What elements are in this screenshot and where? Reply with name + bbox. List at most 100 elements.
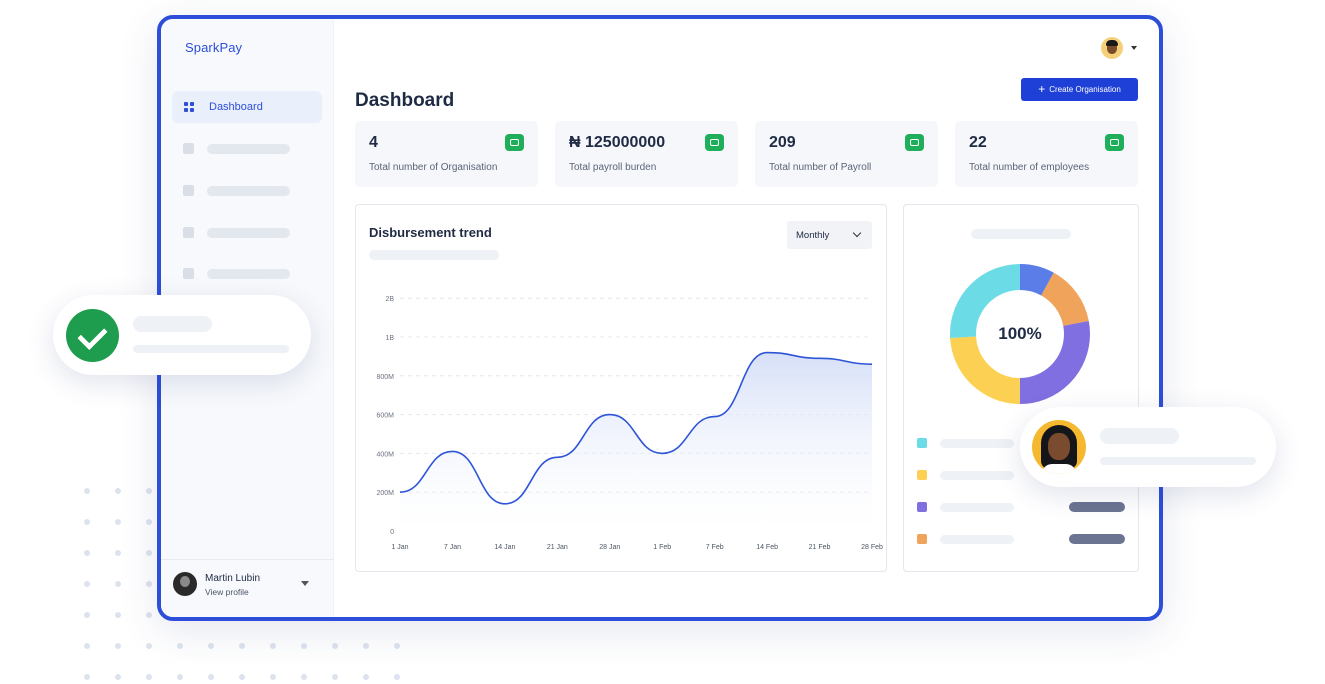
decorative-dot	[146, 550, 152, 556]
avatar	[1032, 420, 1086, 474]
x-tick-label: 14 Jan	[494, 544, 515, 551]
decorative-dot	[146, 674, 152, 680]
caret-down-icon[interactable]	[301, 581, 309, 586]
y-tick-label: 800M	[376, 374, 394, 381]
decorative-dot	[332, 643, 338, 649]
decorative-dot	[115, 612, 121, 618]
decorative-dot	[84, 581, 90, 587]
decorative-dot	[208, 643, 214, 649]
sidebar-item-label: Dashboard	[209, 101, 263, 113]
placeholder-label	[207, 269, 290, 279]
legend-value-placeholder	[1069, 534, 1125, 544]
donut-center-label: 100%	[998, 324, 1042, 343]
create-organisation-label: Create Organisation	[1049, 85, 1121, 94]
decorative-dot	[363, 643, 369, 649]
legend-item	[917, 501, 1127, 513]
decorative-dot	[84, 674, 90, 680]
sidebar-item-placeholder[interactable]	[183, 143, 313, 155]
placeholder-label	[207, 186, 290, 196]
user-add-icon	[1105, 134, 1124, 151]
decorative-dot	[301, 643, 307, 649]
x-tick-label: 28 Jan	[599, 544, 620, 551]
decorative-dot	[146, 612, 152, 618]
legend-swatch	[917, 534, 927, 544]
legend-item	[917, 533, 1127, 545]
legend-swatch	[917, 502, 927, 512]
placeholder-title	[1100, 428, 1179, 444]
check-icon	[66, 309, 119, 362]
decorative-dot	[84, 612, 90, 618]
stat-label: Total number of Organisation	[369, 162, 498, 173]
decorative-dot	[146, 519, 152, 525]
stat-value: ₦ 125000000	[569, 134, 666, 151]
dashboard-window: SparkPay Dashboard Martin Lubin View pro…	[157, 15, 1163, 621]
y-tick-label: 400M	[376, 451, 394, 458]
decorative-dot	[146, 581, 152, 587]
stat-value: 4	[369, 134, 378, 151]
decorative-dot	[363, 674, 369, 680]
create-organisation-button[interactable]: + Create Organisation	[1021, 78, 1138, 101]
sidebar-item-dashboard[interactable]: Dashboard	[172, 91, 322, 123]
x-tick-label: 21 Jan	[547, 544, 568, 551]
placeholder-icon	[183, 227, 194, 238]
placeholder-label	[207, 228, 290, 238]
decorative-dot	[177, 643, 183, 649]
sidebar-item-placeholder[interactable]	[183, 227, 313, 239]
avatar	[173, 572, 197, 596]
view-profile-link[interactable]: View profile	[205, 587, 249, 597]
legend-label-placeholder	[940, 535, 1014, 544]
decorative-dot	[270, 674, 276, 680]
y-tick-label: 1B	[385, 335, 394, 342]
x-tick-label: 7 Feb	[706, 544, 724, 551]
trend-area-fill	[400, 352, 872, 531]
placeholder-icon	[183, 143, 194, 154]
legend-label-placeholder	[940, 471, 1014, 480]
x-tick-label: 21 Feb	[809, 544, 831, 551]
decorative-dot	[208, 674, 214, 680]
decorative-dot	[84, 643, 90, 649]
decorative-dot	[239, 643, 245, 649]
caret-down-icon[interactable]	[1131, 46, 1137, 50]
x-tick-label: 7 Jan	[444, 544, 461, 551]
decorative-dot	[84, 488, 90, 494]
stat-label: Total number of employees	[969, 162, 1090, 173]
stat-label: Total number of Payroll	[769, 162, 872, 173]
page-title: Dashboard	[355, 90, 455, 111]
distribution-panel: 100%	[903, 204, 1139, 572]
stat-card-employees: 22 Total number of employees	[955, 121, 1138, 187]
decorative-dot	[177, 674, 183, 680]
stat-value: 22	[969, 134, 987, 151]
y-tick-label: 0	[390, 529, 394, 536]
x-tick-label: 28 Feb	[861, 544, 883, 551]
plus-icon: +	[1038, 82, 1046, 96]
y-tick-label: 600M	[376, 413, 394, 420]
decorative-dot	[146, 488, 152, 494]
success-notification-card	[53, 295, 311, 375]
user-profile[interactable]: Martin Lubin View profile	[161, 559, 334, 617]
decorative-dot	[84, 519, 90, 525]
placeholder-text	[1100, 457, 1256, 465]
brand-logo: SparkPay	[185, 40, 243, 55]
decorative-dot	[301, 674, 307, 680]
sidebar-item-placeholder[interactable]	[183, 268, 313, 280]
building-icon	[505, 134, 524, 151]
x-tick-label: 1 Jan	[391, 544, 408, 551]
sidebar-item-placeholder[interactable]	[183, 185, 313, 197]
document-icon	[905, 134, 924, 151]
panel-title-placeholder	[971, 229, 1071, 239]
user-notification-card	[1020, 407, 1276, 487]
decorative-dot	[332, 674, 338, 680]
x-tick-label: 14 Feb	[756, 544, 778, 551]
decorative-dot	[115, 643, 121, 649]
avatar[interactable]	[1101, 37, 1123, 59]
stat-label: Total payroll burden	[569, 162, 657, 173]
legend-swatch	[917, 470, 927, 480]
decorative-dot	[115, 674, 121, 680]
legend-label-placeholder	[940, 439, 1014, 448]
stat-card-organisations: 4 Total number of Organisation	[355, 121, 538, 187]
legend-swatch	[917, 438, 927, 448]
wallet-icon	[705, 134, 724, 151]
placeholder-icon	[183, 268, 194, 279]
x-tick-label: 1 Feb	[653, 544, 671, 551]
decorative-dot	[270, 643, 276, 649]
